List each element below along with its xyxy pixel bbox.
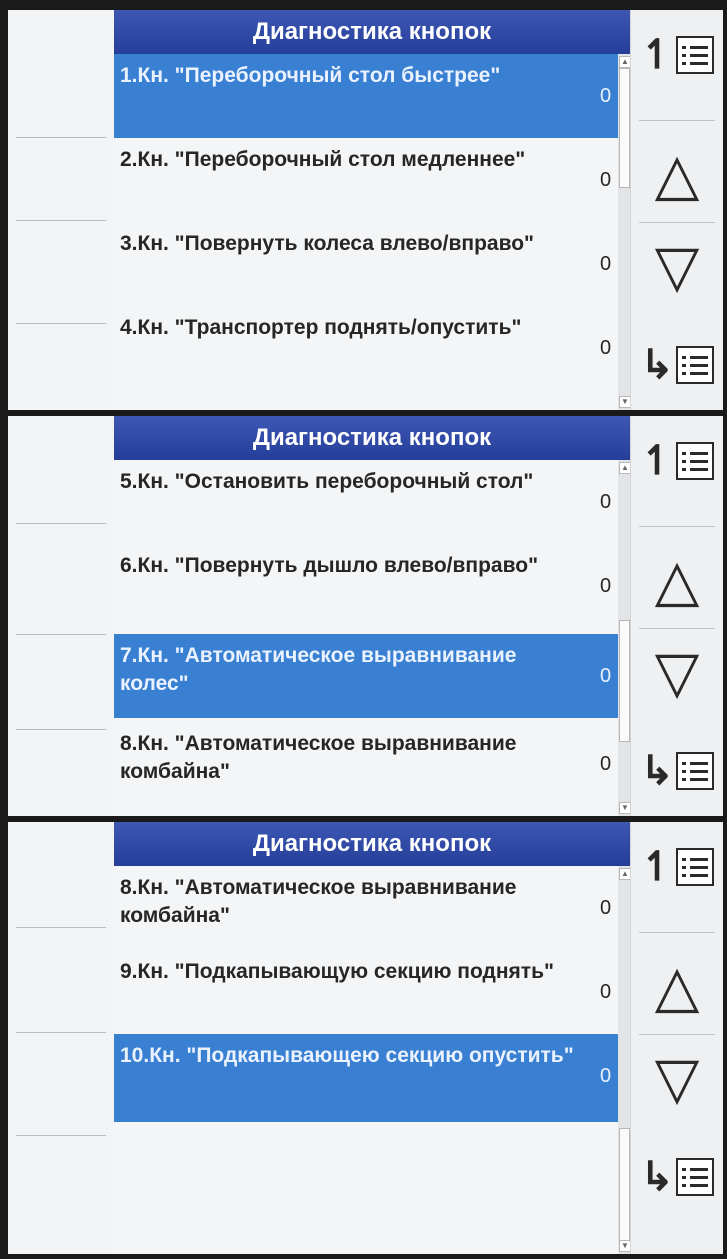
arrow-down-button[interactable]: ▽: [631, 1034, 723, 1124]
list-top-button[interactable]: ↿: [631, 822, 723, 912]
list-top-button[interactable]: ↿: [631, 10, 723, 100]
item-label: 3.Кн. "Повернуть колеса влево/вправо": [120, 232, 534, 255]
item-label: 9.Кн. "Подкапывающую секцию поднять": [120, 960, 554, 983]
arrow-down-icon: ▽: [654, 640, 700, 705]
divider: [639, 526, 715, 527]
left-tick: [16, 1032, 106, 1033]
item-value: 0: [600, 981, 612, 1003]
list-item[interactable]: 1.Кн. "Переборочный стол быстрее" 0: [114, 54, 630, 138]
item-label: 1.Кн. "Переборочный стол быстрее": [120, 64, 501, 87]
item-label: 6.Кн. "Повернуть дышло влево/вправо": [120, 554, 539, 577]
left-tick: [16, 220, 106, 221]
scroll-thumb[interactable]: [619, 1128, 630, 1248]
list-bottom-icon: ↳: [640, 1157, 714, 1197]
item-label: 8.Кн. "Автоматическое выравнивание комба…: [120, 876, 517, 927]
list-item[interactable]: 3.Кн. "Повернуть колеса влево/вправо" 0: [114, 222, 630, 306]
arrow-up-button[interactable]: △: [631, 942, 723, 1032]
item-value: 0: [600, 169, 612, 191]
item-value: 0: [600, 253, 612, 275]
item-value: 0: [600, 575, 612, 597]
item-label: 7.Кн. "Автоматическое выравнивание колес…: [120, 644, 517, 695]
list-item[interactable]: 7.Кн. "Автоматическое выравнивание колес…: [114, 634, 630, 718]
left-tick: [16, 137, 106, 138]
button-list-panel: Диагностика кнопок 1.Кн. "Переборочный с…: [114, 10, 631, 410]
list-item[interactable]: 6.Кн. "Повернуть дышло влево/вправо" 0: [114, 544, 630, 628]
scrollbar[interactable]: ▲ ▼: [618, 866, 631, 1254]
item-value: 0: [600, 753, 612, 775]
scroll-thumb[interactable]: [619, 620, 630, 742]
item-value: 0: [600, 491, 612, 513]
arrow-up-button[interactable]: △: [631, 130, 723, 220]
side-button-panel: ↿ △ ▽ ↳: [630, 10, 723, 410]
list-bottom-button[interactable]: ↳: [631, 1132, 723, 1222]
list-item[interactable]: 9.Кн. "Подкапывающую секцию поднять" 0: [114, 950, 630, 1034]
left-tick: [16, 927, 106, 928]
item-label: 8.Кн. "Автоматическое выравнивание комба…: [120, 732, 517, 783]
scrollbar[interactable]: ▲ ▼: [618, 460, 631, 816]
left-tick: [16, 1135, 106, 1136]
button-list-panel: Диагностика кнопок 8.Кн. "Автоматическое…: [114, 822, 631, 1254]
item-label: 5.Кн. "Остановить переборочный стол": [120, 470, 534, 493]
diagnostics-screen-3: Диагностика кнопок 8.Кн. "Автоматическое…: [8, 822, 723, 1254]
item-value: 0: [600, 85, 612, 107]
list-item[interactable]: 5.Кн. "Остановить переборочный стол" 0: [114, 460, 630, 544]
item-label: 4.Кн. "Транспортер поднять/опустить": [120, 316, 522, 339]
scroll-thumb[interactable]: [619, 68, 630, 188]
list-item[interactable]: 8.Кн. "Автоматическое выравнивание комба…: [114, 722, 630, 806]
list-bottom-button[interactable]: ↳: [631, 320, 723, 410]
list-item[interactable]: 4.Кн. "Транспортер поднять/опустить" 0: [114, 306, 630, 390]
item-value: 0: [600, 897, 612, 919]
list-top-icon: ↿: [640, 847, 714, 887]
diagnostics-screen-1: Диагностика кнопок 1.Кн. "Переборочный с…: [8, 10, 723, 410]
scrollbar[interactable]: ▲ ▼: [618, 54, 631, 410]
arrow-down-icon: ▽: [654, 1046, 700, 1111]
list-item[interactable]: 10.Кн. "Подкапывающею секцию опустить" 0: [114, 1034, 630, 1122]
item-value: 0: [600, 665, 612, 687]
item-label: 10.Кн. "Подкапывающею секцию опустить": [120, 1044, 574, 1067]
arrow-down-button[interactable]: ▽: [631, 222, 723, 312]
list-item[interactable]: 8.Кн. "Автоматическое выравнивание комба…: [114, 866, 630, 950]
arrow-down-icon: ▽: [654, 234, 700, 299]
button-list-panel: Диагностика кнопок 5.Кн. "Остановить пер…: [114, 416, 631, 816]
list-bottom-button[interactable]: ↳: [631, 726, 723, 816]
side-button-panel: ↿ △ ▽ ↳: [630, 822, 723, 1254]
list-top-icon: ↿: [640, 35, 714, 75]
left-tick: [16, 523, 106, 524]
left-tick: [16, 729, 106, 730]
diagnostics-screen-2: Диагностика кнопок 5.Кн. "Остановить пер…: [8, 416, 723, 816]
item-label: 2.Кн. "Переборочный стол медленнее": [120, 148, 526, 171]
side-button-panel: ↿ △ ▽ ↳: [630, 416, 723, 816]
arrow-up-icon: △: [654, 548, 700, 613]
list-bottom-icon: ↳: [640, 345, 714, 385]
divider: [639, 932, 715, 933]
arrow-up-icon: △: [654, 954, 700, 1019]
left-panel: [8, 416, 115, 816]
left-panel: [8, 10, 115, 410]
divider: [639, 120, 715, 121]
arrow-up-icon: △: [654, 142, 700, 207]
list-item[interactable]: 2.Кн. "Переборочный стол медленнее" 0: [114, 138, 630, 222]
arrow-down-button[interactable]: ▽: [631, 628, 723, 718]
list-top-icon: ↿: [640, 441, 714, 481]
screen-title: Диагностика кнопок: [114, 416, 630, 460]
left-panel: [8, 822, 115, 1254]
arrow-up-button[interactable]: △: [631, 536, 723, 626]
list-top-button[interactable]: ↿: [631, 416, 723, 506]
item-value: 0: [600, 337, 612, 359]
left-tick: [16, 323, 106, 324]
screen-title: Диагностика кнопок: [114, 822, 630, 866]
left-tick: [16, 634, 106, 635]
screen-title: Диагностика кнопок: [114, 10, 630, 54]
item-value: 0: [600, 1065, 612, 1087]
list-bottom-icon: ↳: [640, 751, 714, 791]
